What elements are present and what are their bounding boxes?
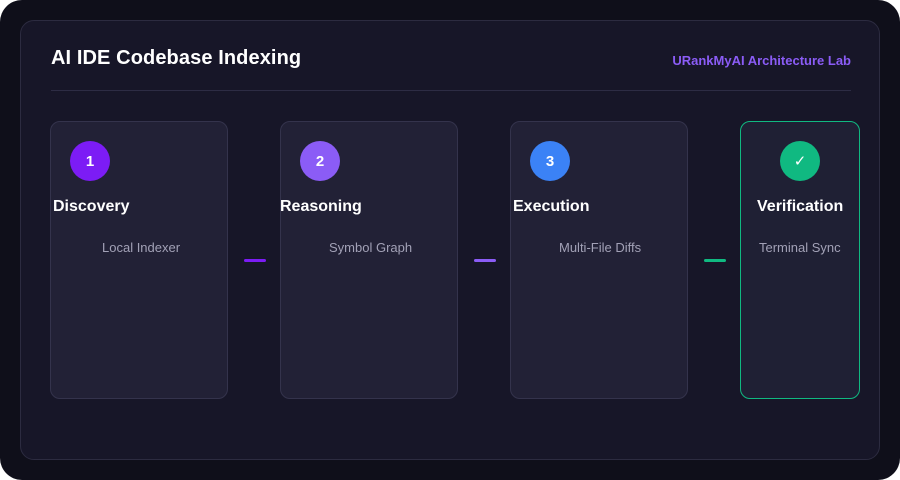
connector-2-3 — [474, 259, 496, 262]
step-subtitle-reasoning: Symbol Graph — [329, 240, 413, 255]
step-badge-2: 2 — [300, 141, 340, 181]
step-title-discovery: Discovery — [53, 198, 130, 215]
step-title-execution: Execution — [513, 198, 590, 215]
step-badge-1: 1 — [70, 141, 110, 181]
step-subtitle-verification: Terminal Sync — [759, 240, 841, 255]
step-badge-3: 3 — [530, 141, 570, 181]
step-title-verification: Verification — [757, 198, 844, 215]
step-card-reasoning: 2 Reasoning Symbol Graph — [280, 121, 458, 399]
step-subtitle-execution: Multi-File Diffs — [559, 240, 642, 255]
page-title: AI IDE Codebase Indexing — [51, 47, 302, 69]
step-subtitle-discovery: Local Indexer — [102, 240, 181, 255]
step-card-execution: 3 Execution Multi-File Diffs — [510, 121, 688, 399]
connector-3-4 — [704, 259, 726, 262]
step-card-verification: ✓ Verification Terminal Sync — [740, 121, 860, 399]
connector-1-2 — [244, 259, 266, 262]
brand-label: URankMyAI Architecture Lab — [672, 53, 851, 68]
checkmark-icon: ✓ — [780, 141, 820, 181]
header-divider — [51, 90, 851, 91]
step-title-reasoning: Reasoning — [280, 198, 362, 215]
diagram-panel: AI IDE Codebase Indexing URankMyAI Archi… — [20, 20, 880, 460]
step-card-discovery: 1 Discovery Local Indexer — [50, 121, 228, 399]
app-frame: AI IDE Codebase Indexing URankMyAI Archi… — [0, 0, 900, 480]
